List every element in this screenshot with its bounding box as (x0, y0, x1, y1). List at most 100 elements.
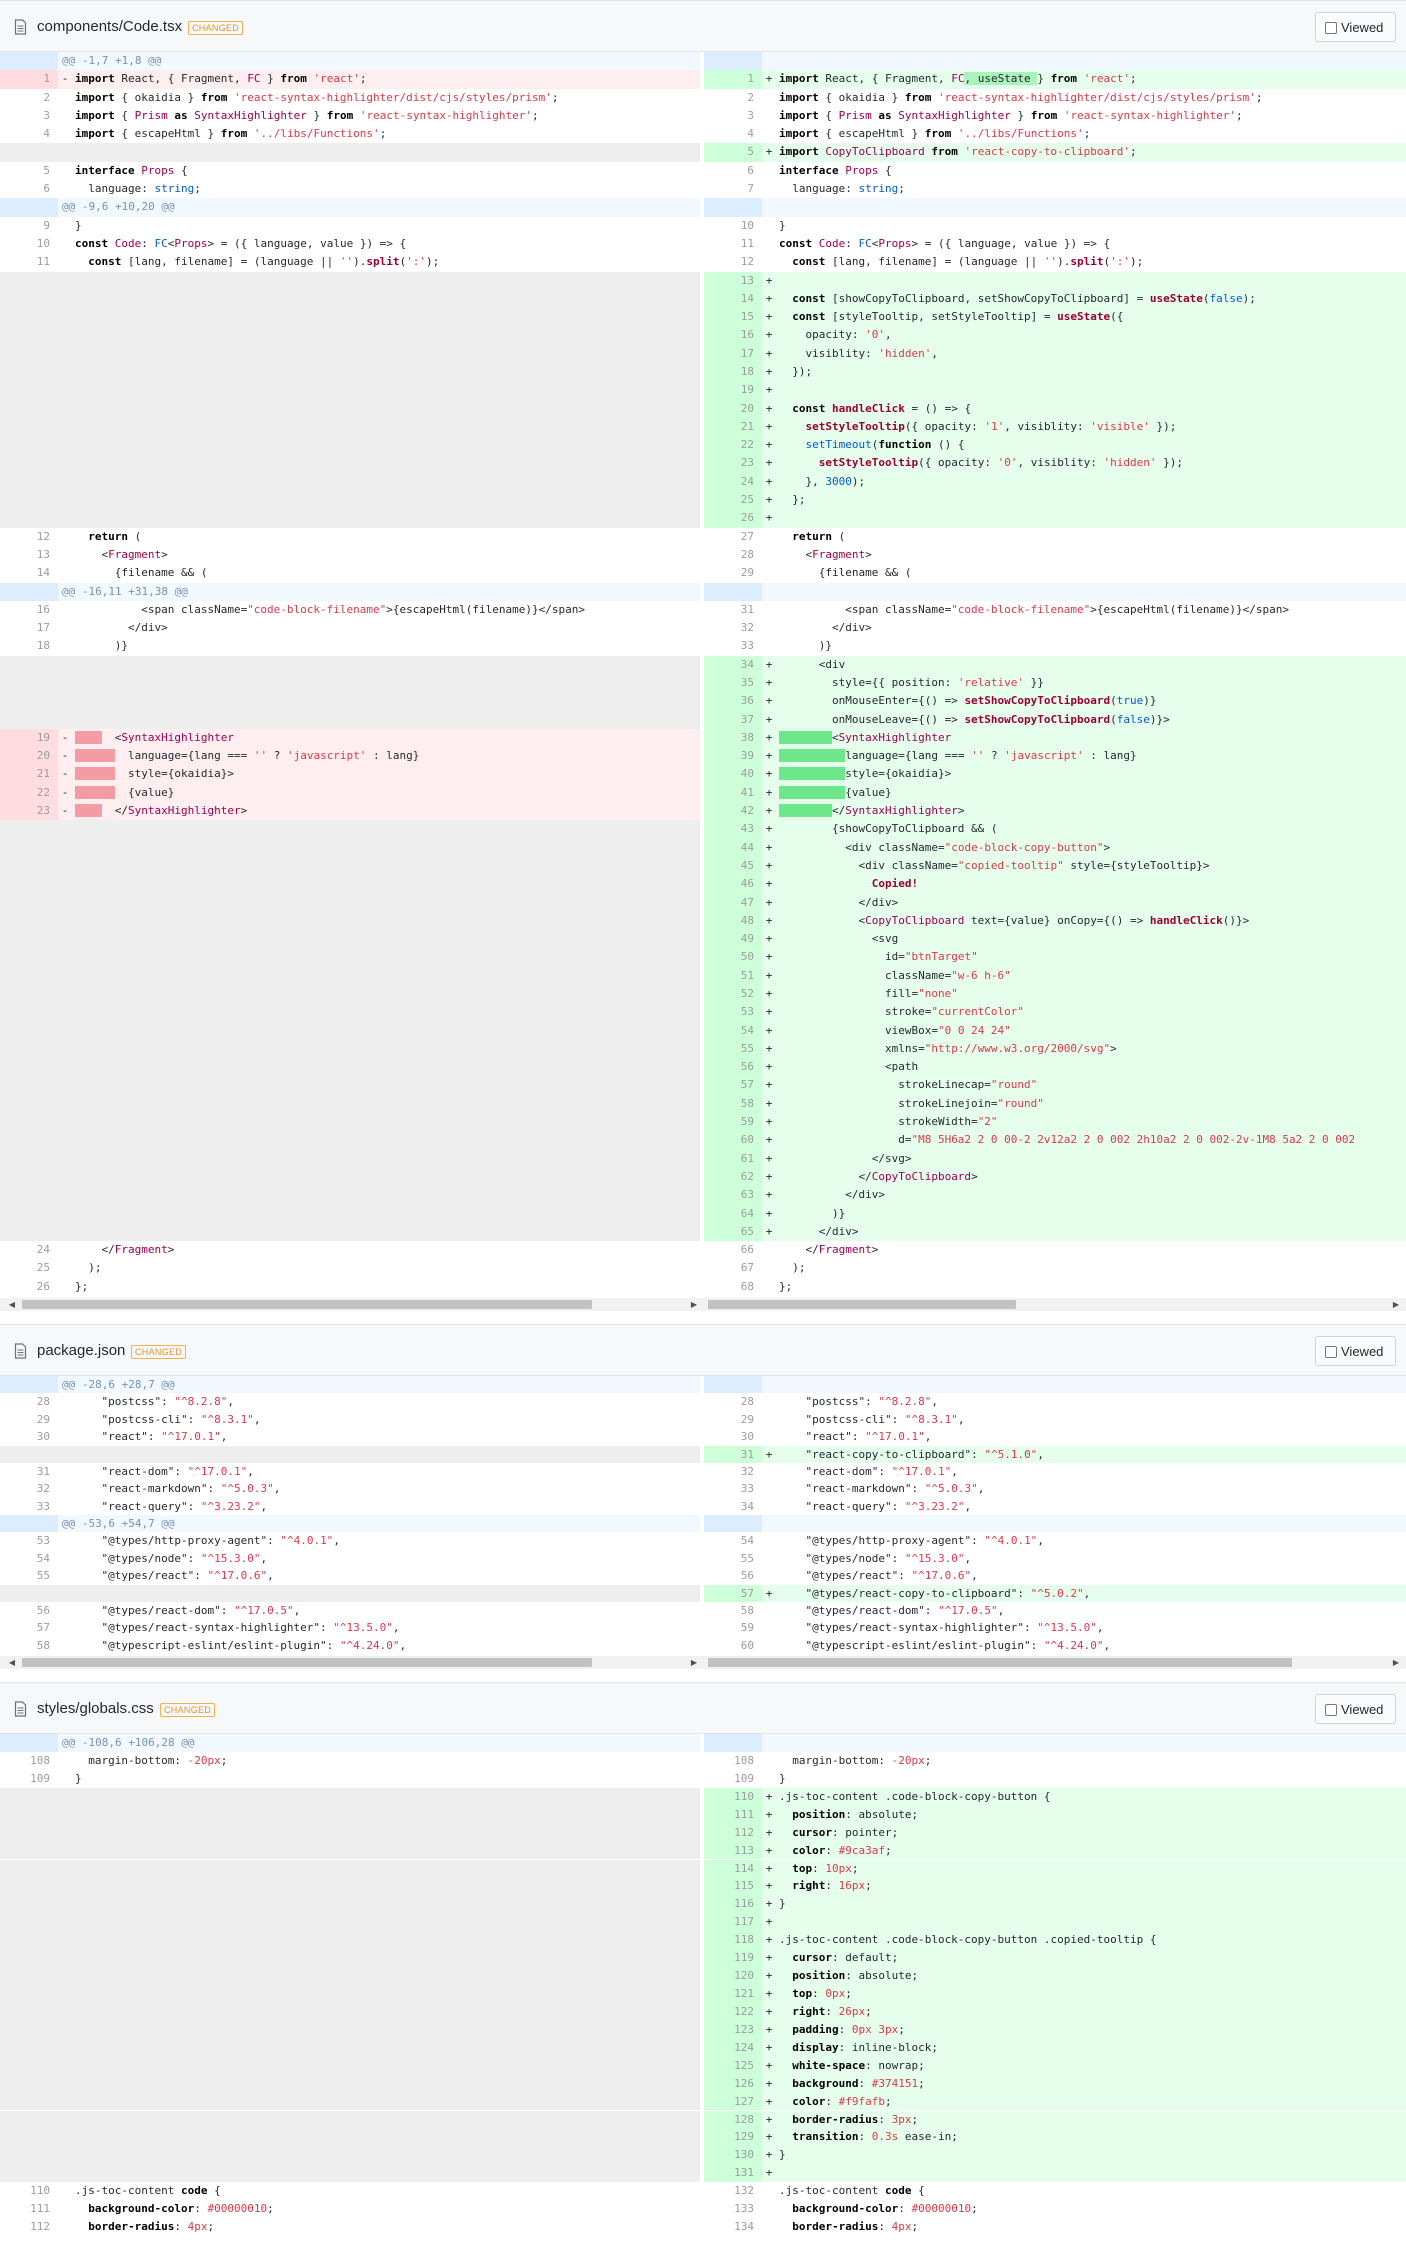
line-number[interactable] (0, 582, 58, 601)
line-number[interactable]: 5 (704, 143, 762, 162)
line-number[interactable]: 35 (704, 674, 762, 693)
line-number[interactable]: 13 (0, 545, 58, 565)
checkbox-icon[interactable] (1325, 1346, 1337, 1358)
line-number[interactable]: 14 (704, 289, 762, 309)
scroll-left-arrow[interactable]: ◀ (6, 1656, 18, 1669)
line-number[interactable]: 9 (0, 216, 58, 235)
line-number[interactable]: 25 (704, 491, 762, 510)
line-number[interactable]: 24 (0, 1241, 58, 1260)
line-number[interactable]: 117 (704, 1913, 762, 1932)
line-number[interactable]: 30 (704, 1428, 762, 1446)
line-number[interactable]: 57 (0, 1619, 58, 1637)
line-number[interactable]: 44 (704, 838, 762, 857)
file-name[interactable]: components/Code.tsx (37, 18, 182, 35)
line-number[interactable]: 132 (704, 2182, 762, 2201)
line-number[interactable]: 55 (704, 1549, 762, 1568)
line-number[interactable]: 28 (0, 1393, 58, 1411)
line-number[interactable]: 22 (0, 783, 58, 803)
line-number[interactable]: 38 (704, 728, 762, 748)
line-number[interactable]: 109 (704, 1769, 762, 1788)
line-number[interactable]: 61 (704, 1149, 762, 1168)
line-number[interactable]: 50 (704, 948, 762, 967)
line-number[interactable]: 57 (704, 1584, 762, 1602)
line-number[interactable] (0, 52, 58, 71)
line-number[interactable]: 26 (704, 509, 762, 528)
line-number[interactable]: 23 (704, 454, 762, 473)
line-number[interactable] (0, 1376, 58, 1394)
line-number[interactable]: 28 (704, 1393, 762, 1411)
line-number[interactable]: 10 (704, 216, 762, 235)
scroll-right-arrow[interactable]: ▶ (688, 1298, 700, 1311)
line-number[interactable]: 26 (0, 1277, 58, 1296)
line-number[interactable]: 29 (704, 564, 762, 583)
line-number[interactable]: 1 (0, 70, 58, 89)
line-number[interactable]: 54 (0, 1549, 58, 1568)
line-number[interactable]: 118 (704, 1931, 762, 1950)
line-number[interactable]: 29 (704, 1410, 762, 1429)
checkbox-icon[interactable] (1325, 22, 1337, 34)
line-number[interactable]: 33 (0, 1497, 58, 1515)
line-number[interactable]: 31 (704, 600, 762, 620)
scroll-right-arrow[interactable]: ▶ (1390, 1298, 1402, 1311)
line-number[interactable]: 115 (704, 1877, 762, 1896)
viewed-button[interactable]: Viewed (1315, 1336, 1396, 1366)
line-number[interactable]: 126 (704, 2074, 762, 2093)
line-number[interactable]: 4 (0, 125, 58, 144)
line-number[interactable]: 31 (0, 1462, 58, 1481)
checkbox-icon[interactable] (1325, 1704, 1337, 1716)
line-number[interactable]: 110 (704, 1787, 762, 1806)
line-number[interactable]: 111 (0, 2200, 58, 2219)
line-number[interactable]: 54 (704, 1021, 762, 1040)
line-number[interactable]: 34 (704, 1497, 762, 1515)
line-number[interactable]: 116 (704, 1895, 762, 1914)
line-number[interactable]: 112 (704, 1823, 762, 1842)
line-number[interactable]: 11 (704, 234, 762, 254)
line-number[interactable]: 21 (704, 417, 762, 437)
line-number[interactable]: 68 (704, 1277, 762, 1296)
line-number[interactable] (704, 198, 762, 217)
line-number[interactable]: 59 (704, 1619, 762, 1637)
line-number[interactable]: 51 (704, 966, 762, 985)
line-number[interactable]: 109 (0, 1769, 58, 1788)
line-number[interactable]: 67 (704, 1259, 762, 1278)
line-number[interactable]: 27 (704, 527, 762, 546)
line-number[interactable]: 121 (704, 1985, 762, 2003)
line-number[interactable]: 134 (704, 2218, 762, 2236)
line-number[interactable]: 31 (704, 1445, 762, 1463)
horizontal-scrollbar[interactable]: ◀▶◀▶ (0, 1298, 1406, 1311)
line-number[interactable]: 3 (0, 106, 58, 126)
right-scroll-thumb[interactable] (708, 1300, 1016, 1309)
line-number[interactable]: 130 (704, 2146, 762, 2165)
line-number[interactable]: 108 (704, 1751, 762, 1770)
line-number[interactable]: 23 (0, 802, 58, 821)
line-number[interactable]: 63 (704, 1186, 762, 1205)
line-number[interactable]: 17 (704, 344, 762, 363)
line-number[interactable]: 125 (704, 2056, 762, 2075)
line-number[interactable]: 53 (704, 1003, 762, 1022)
line-number[interactable]: 1 (704, 70, 762, 89)
line-number[interactable]: 110 (0, 2182, 58, 2201)
line-number[interactable]: 49 (704, 930, 762, 949)
line-number[interactable]: 46 (704, 875, 762, 894)
line-number[interactable]: 10 (0, 234, 58, 254)
line-number[interactable]: 53 (0, 1532, 58, 1550)
line-number[interactable] (704, 582, 762, 601)
line-number[interactable] (0, 1515, 58, 1533)
line-number[interactable]: 40 (704, 765, 762, 784)
line-number[interactable]: 19 (704, 381, 762, 400)
line-number[interactable]: 111 (704, 1805, 762, 1824)
horizontal-scrollbar[interactable]: ◀▶◀▶ (0, 1656, 1406, 1669)
line-number[interactable]: 5 (0, 161, 58, 181)
line-number[interactable]: 25 (0, 1259, 58, 1278)
line-number[interactable]: 12 (0, 527, 58, 546)
file-name[interactable]: package.json (37, 1342, 125, 1359)
line-number[interactable] (704, 1515, 762, 1533)
line-number[interactable]: 13 (704, 271, 762, 290)
line-number[interactable]: 45 (704, 856, 762, 876)
line-number[interactable]: 19 (0, 728, 58, 748)
line-number[interactable]: 59 (704, 1113, 762, 1132)
line-number[interactable]: 57 (704, 1076, 762, 1095)
line-number[interactable]: 56 (704, 1567, 762, 1585)
line-number[interactable]: 32 (0, 1480, 58, 1498)
line-number[interactable]: 133 (704, 2200, 762, 2219)
